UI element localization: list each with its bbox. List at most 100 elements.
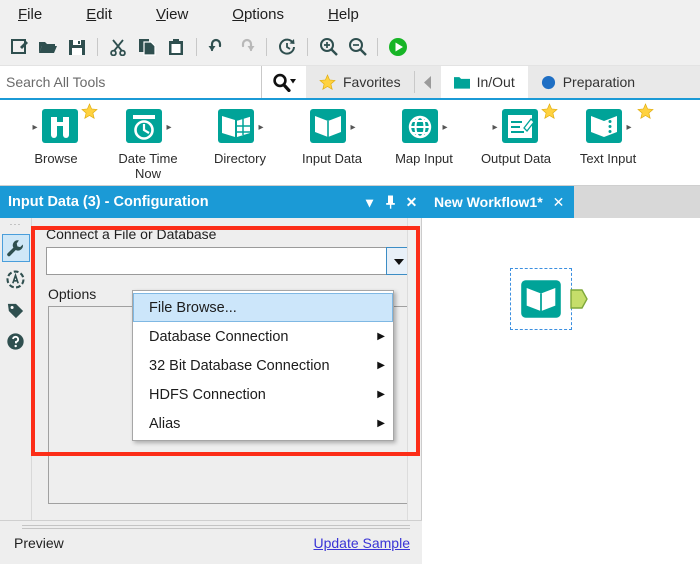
- panel-pin-button[interactable]: [380, 186, 401, 218]
- configuration-pane-scrollbar[interactable]: [407, 218, 421, 550]
- search-magnifier-dropdown-icon[interactable]: [262, 66, 306, 98]
- ribbon-tool-output-data-label: Output Data: [480, 151, 552, 166]
- update-sample-link[interactable]: Update Sample: [313, 535, 410, 551]
- chevron-right-icon: ▸: [258, 122, 264, 133]
- folder-icon: [453, 77, 470, 89]
- menu-item-view-rest: iew: [165, 5, 189, 23]
- panel-menu-button[interactable]: ▾: [359, 186, 380, 218]
- refresh-clock-icon[interactable]: [274, 34, 300, 60]
- copy-icon[interactable]: [134, 34, 160, 60]
- category-tab-favorites[interactable]: Favorites: [306, 66, 414, 98]
- splitter-grip[interactable]: [22, 525, 410, 530]
- ribbon-tool-browse-label: Browse: [34, 151, 78, 166]
- sidebar-item-configuration[interactable]: [1, 234, 30, 262]
- ribbon-tool-directory[interactable]: ▸ Directory: [194, 100, 286, 166]
- menu-accel-view: V: [156, 5, 166, 23]
- zoom-in-icon[interactable]: [315, 34, 341, 60]
- rail-drag-handle[interactable]: ···: [10, 220, 22, 231]
- ribbon-tool-input-data-iconrow: ▸: [286, 106, 378, 150]
- canvas-footer-area: [422, 520, 700, 564]
- pin-icon: [386, 195, 395, 209]
- dropdown-item-database-connection[interactable]: Database Connection ▶: [133, 322, 393, 351]
- star-icon: [541, 103, 558, 120]
- book-dots-icon: [586, 109, 623, 143]
- menu-item-help[interactable]: Help: [328, 6, 381, 23]
- submenu-arrow-icon: ▶: [377, 360, 385, 371]
- open-book-icon: [310, 109, 347, 143]
- connect-combobox-field[interactable]: [46, 247, 386, 275]
- config-icon-rail: ···: [0, 218, 32, 550]
- dropdown-item-file-browse[interactable]: File Browse...: [133, 293, 393, 322]
- paste-clipboard-icon[interactable]: [163, 34, 189, 60]
- dropdown-item-32-bit-database-connection-label: 32 Bit Database Connection: [149, 357, 330, 374]
- sidebar-item-annotation[interactable]: [2, 265, 30, 293]
- new-workflow-icon[interactable]: [6, 34, 32, 60]
- chevron-down-icon: [393, 258, 404, 265]
- sidebar-item-label[interactable]: [2, 296, 30, 324]
- run-play-icon[interactable]: [385, 34, 411, 60]
- ribbon-tool-date-time-now[interactable]: ▸ Date Time Now: [102, 100, 194, 181]
- workflow-tab-label: New Workflow1*: [434, 194, 543, 210]
- category-tab-preparation-label: Preparation: [562, 74, 636, 90]
- workflow-tab-new-workflow1[interactable]: New Workflow1* ✕: [422, 186, 575, 218]
- menu-item-options[interactable]: Options: [232, 6, 306, 23]
- submenu-arrow-icon: ▶: [377, 331, 385, 342]
- dropdown-item-hdfs-connection[interactable]: HDFS Connection ▶: [133, 380, 393, 409]
- ribbon-tool-output-data[interactable]: ▸ Output Data: [470, 100, 562, 166]
- ribbon-tool-text-input[interactable]: ▸ Text Input: [562, 100, 654, 166]
- ribbon-tool-map-input[interactable]: ▸ Map Input: [378, 100, 470, 166]
- ribbon-tool-map-input-iconrow: ▸: [378, 106, 470, 150]
- toolbar-separator: [377, 37, 378, 56]
- connect-file-or-database-label: Connect a File or Database: [46, 226, 217, 242]
- star-icon: [81, 103, 98, 120]
- node-output-anchor[interactable]: [570, 288, 588, 315]
- ribbon-tool-date-time-now-iconrow: ▸: [102, 106, 194, 150]
- dropdown-item-alias[interactable]: Alias ▶: [133, 409, 393, 438]
- chevron-right-icon: ▸: [32, 122, 38, 133]
- toolbar-separator: [307, 37, 308, 56]
- category-tab-in-out[interactable]: In/Out: [440, 66, 528, 98]
- chevron-right-icon: ▸: [166, 122, 172, 133]
- category-tab-strip: Favorites In/Out Preparation: [306, 66, 700, 98]
- open-folder-icon[interactable]: [35, 34, 61, 60]
- cut-scissors-icon[interactable]: [105, 34, 131, 60]
- submenu-arrow-icon: ▶: [377, 389, 385, 400]
- redo-arrow-icon[interactable]: [233, 34, 259, 60]
- submenu-arrow-icon: ▶: [377, 418, 385, 429]
- ribbon-tool-browse[interactable]: ▸ Browse: [10, 100, 102, 166]
- book-grid-icon: [218, 109, 255, 143]
- globe-icon: [402, 109, 439, 143]
- write-page-icon: [501, 109, 538, 143]
- search-input[interactable]: [4, 73, 261, 91]
- connect-combobox[interactable]: [46, 247, 411, 275]
- ribbon-tool-map-input-label: Map Input: [395, 151, 453, 166]
- category-tab-preparation[interactable]: Preparation: [527, 66, 649, 98]
- menu-item-file[interactable]: File: [18, 6, 64, 23]
- preview-footer: Preview Update Sample: [0, 520, 422, 564]
- workflow-canvas[interactable]: [422, 218, 700, 550]
- chevron-right-icon: ▸: [492, 122, 498, 133]
- sidebar-item-help[interactable]: [2, 327, 30, 355]
- menu-accel-options: O: [232, 5, 244, 23]
- panel-close-button[interactable]: ✕: [401, 186, 422, 218]
- save-icon[interactable]: [64, 34, 90, 60]
- category-scroll-left-button[interactable]: [414, 66, 441, 98]
- menu-item-edit[interactable]: Edit: [86, 6, 134, 23]
- undo-arrow-icon[interactable]: [204, 34, 230, 60]
- main-toolbar: [0, 28, 700, 66]
- menu-item-view[interactable]: View: [156, 6, 210, 23]
- ribbon-tool-output-data-iconrow: ▸: [470, 103, 562, 150]
- ribbon-tool-directory-label: Directory: [213, 151, 266, 166]
- ribbon-tool-input-data[interactable]: ▸ Input Data: [286, 100, 378, 166]
- tag-icon: [7, 303, 24, 318]
- input-data-node[interactable]: [510, 268, 572, 330]
- toolbar-separator: [97, 37, 98, 56]
- chevron-right-icon: ▸: [442, 122, 448, 133]
- menu-item-file-rest: ile: [27, 5, 43, 23]
- star-icon: [319, 73, 336, 90]
- dropdown-item-file-browse-label: File Browse...: [149, 299, 237, 316]
- dropdown-item-32-bit-database-connection[interactable]: 32 Bit Database Connection ▶: [133, 351, 393, 380]
- workflow-tab-close-button[interactable]: ✕: [553, 194, 565, 211]
- zoom-out-icon[interactable]: [344, 34, 370, 60]
- ribbon-tool-text-input-label: Text Input: [579, 151, 637, 166]
